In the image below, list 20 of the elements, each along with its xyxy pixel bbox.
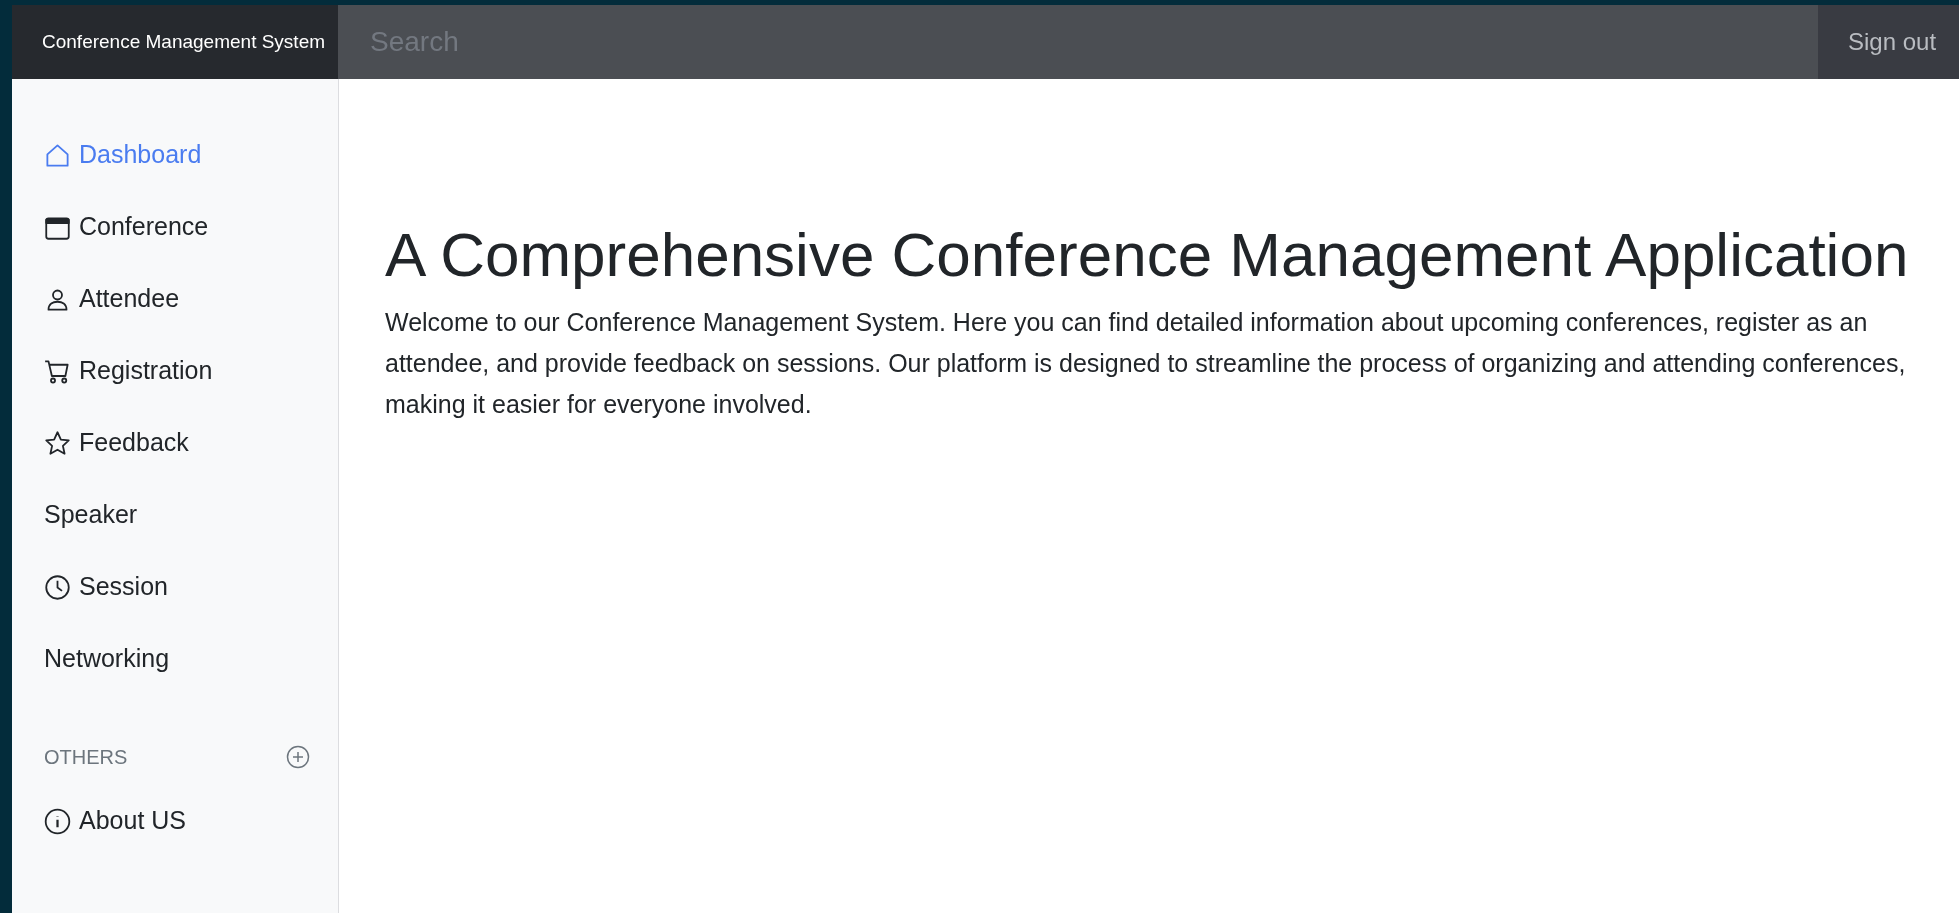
cart-icon [44,357,71,385]
section-heading: OTHERS [44,745,128,770]
add-icon[interactable] [286,745,310,769]
sidebar-item[interactable]: About US [12,785,338,857]
sidebar-item[interactable]: Feedback [12,407,338,479]
sidebar-item[interactable]: Session [12,551,338,623]
sidebar-item[interactable]: Attendee [12,263,338,335]
info-icon [44,807,71,835]
sidebar-item[interactable]: Speaker [12,479,338,551]
sidebar-item[interactable]: Conference [12,191,338,263]
sidebar-item[interactable]: Networking [12,623,338,695]
intro-paragraph: Welcome to our Conference Management System. Here you can find detailed information about upcoming conferences, register as an attendee, and provide feedback on sessions. Our platform is designed to streamline the process of organizing and attending conferences, making it easier for everyone involved. [385,307,1907,421]
page-heading: A Comprehensive Conference Management Application [385,219,1910,291]
home-icon [44,141,71,169]
clock-icon [44,573,71,601]
sidebar-item[interactable]: Registration [12,335,338,407]
sign-out-button[interactable]: Sign out [1818,5,1959,79]
brand-title[interactable]: Conference Management System [12,5,338,79]
sidebar-item[interactable]: Dashboard [12,119,338,191]
star-icon [44,429,71,457]
